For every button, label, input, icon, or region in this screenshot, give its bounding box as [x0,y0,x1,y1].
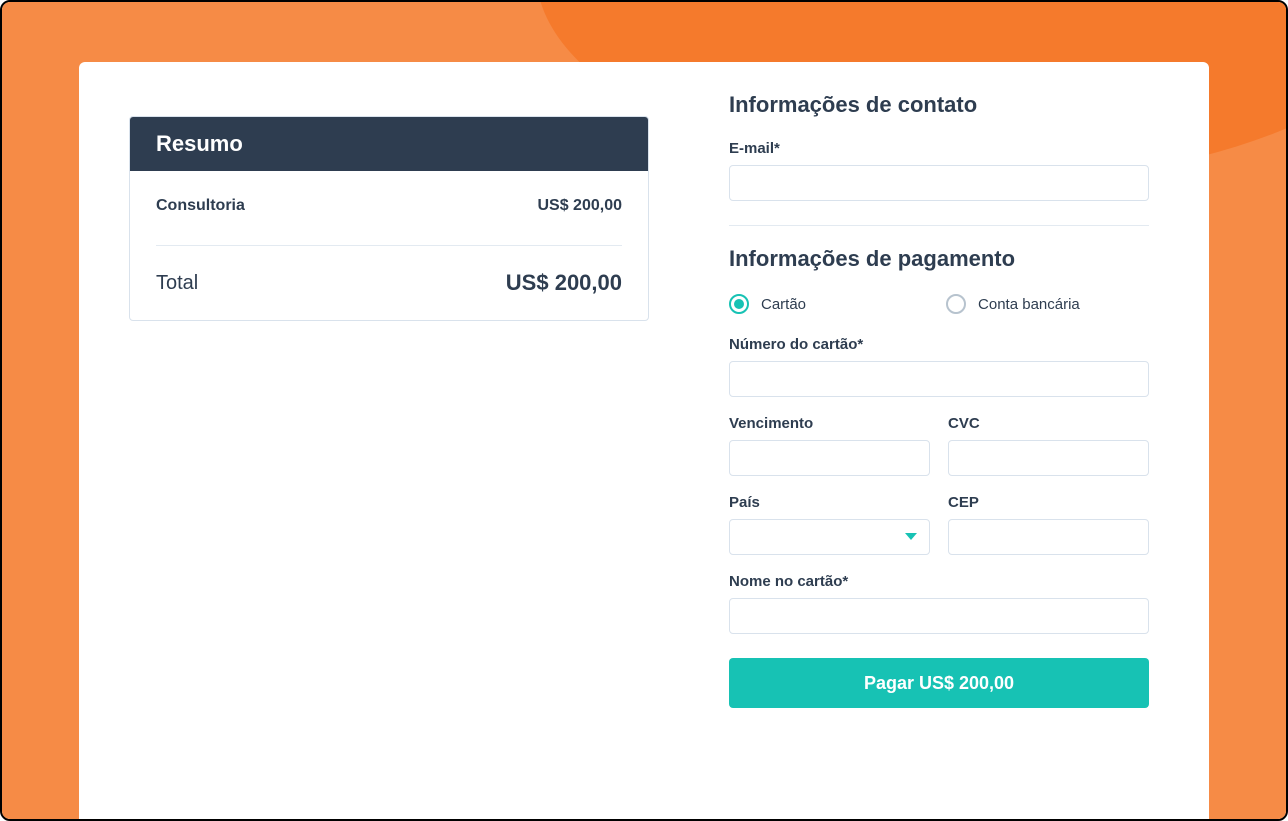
zip-field-group: CEP [948,494,1149,555]
summary-body: Consultoria US$ 200,00 Total US$ 200,00 [130,171,648,320]
radio-card-label: Cartão [761,296,806,313]
expiry-label: Vencimento [729,415,930,432]
card-number-label: Número do cartão* [729,336,1149,353]
country-select[interactable] [729,519,930,555]
total-label: Total [156,272,198,295]
radio-card[interactable]: Cartão [729,294,806,314]
country-field-group: País [729,494,930,555]
radio-icon-unchecked [946,294,966,314]
radio-bank[interactable]: Conta bancária [946,294,1080,314]
email-field-group: E-mail* [729,140,1149,201]
radio-bank-label: Conta bancária [978,296,1080,313]
email-label: E-mail* [729,140,1149,157]
line-item-amount: US$ 200,00 [537,197,622,215]
zip-input[interactable] [948,519,1149,555]
summary-box: Resumo Consultoria US$ 200,00 Total US$ … [129,116,649,321]
summary-title: Resumo [130,117,648,171]
country-select-wrap [729,519,930,555]
checkout-card: Resumo Consultoria US$ 200,00 Total US$ … [79,62,1209,819]
summary-line-item: Consultoria US$ 200,00 [156,197,622,246]
email-input[interactable] [729,165,1149,201]
checkout-frame: Resumo Consultoria US$ 200,00 Total US$ … [0,0,1288,821]
summary-total-row: Total US$ 200,00 [156,246,622,296]
name-on-card-field-group: Nome no cartão* [729,573,1149,634]
payment-section-title: Informações de pagamento [729,246,1149,272]
name-on-card-label: Nome no cartão* [729,573,1149,590]
section-divider [729,225,1149,226]
radio-icon-checked [729,294,749,314]
line-item-label: Consultoria [156,197,245,215]
zip-label: CEP [948,494,1149,511]
form-column: Informações de contato E-mail* Informaçõ… [729,92,1149,819]
name-on-card-input[interactable] [729,598,1149,634]
card-number-field-group: Número do cartão* [729,336,1149,397]
card-number-input[interactable] [729,361,1149,397]
expiry-field-group: Vencimento [729,415,930,476]
summary-panel: Resumo Consultoria US$ 200,00 Total US$ … [129,116,649,819]
total-amount: US$ 200,00 [506,270,622,296]
expiry-cvc-row: Vencimento CVC [729,415,1149,476]
cvc-field-group: CVC [948,415,1149,476]
contact-section-title: Informações de contato [729,92,1149,118]
country-label: País [729,494,930,511]
cvc-input[interactable] [948,440,1149,476]
country-zip-row: País CEP [729,494,1149,555]
expiry-input[interactable] [729,440,930,476]
pay-button[interactable]: Pagar US$ 200,00 [729,658,1149,708]
payment-method-radio-group: Cartão Conta bancária [729,294,1149,314]
cvc-label: CVC [948,415,1149,432]
